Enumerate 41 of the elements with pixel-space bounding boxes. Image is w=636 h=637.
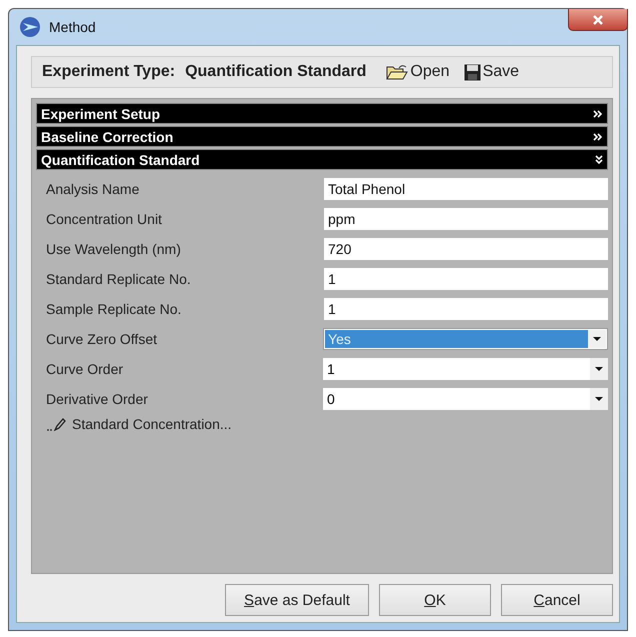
field-label: Curve Order	[46, 361, 124, 377]
pencil-icon	[46, 417, 68, 431]
field-label: Sample Replicate No.	[46, 301, 182, 317]
section-title: Baseline Correction	[41, 128, 174, 144]
field-label: Derivative Order	[46, 391, 149, 407]
field-label: Analysis Name	[46, 181, 140, 197]
field-label: Use Wavelength (nm)	[46, 241, 182, 257]
dropdown[interactable]: 1	[323, 358, 608, 380]
expand-icon[interactable]	[593, 132, 603, 140]
field-label: Concentration Unit	[46, 211, 163, 227]
field-label: Standard Replicate No.	[46, 271, 192, 287]
collapse-icon[interactable]	[595, 154, 603, 164]
dialog-button[interactable]: Save as Default	[225, 584, 369, 616]
experiment-type-value: Quantification Standard	[185, 63, 366, 81]
section-title: Quantification Standard	[41, 152, 200, 168]
dialog-button[interactable]: OK	[379, 584, 491, 616]
close-icon[interactable]	[592, 14, 604, 24]
experiment-type-label: Experiment Type:	[42, 63, 176, 81]
expand-icon[interactable]	[593, 110, 603, 118]
input-field[interactable]: Total Phenol	[324, 178, 608, 200]
section-header[interactable]: Baseline Correction	[36, 126, 608, 147]
open-button[interactable]: Open	[382, 63, 454, 81]
app-logo-icon	[19, 16, 41, 38]
section-title: Experiment Setup	[41, 106, 160, 122]
input-field[interactable]: ppm	[324, 208, 608, 230]
save-button[interactable]: Save	[460, 63, 524, 81]
input-field[interactable]: 720	[324, 238, 608, 260]
field-label: Curve Zero Offset	[46, 331, 158, 347]
close-button[interactable]	[568, 9, 628, 31]
section-header[interactable]: Quantification Standard	[36, 149, 608, 170]
input-field[interactable]: 1	[324, 268, 608, 290]
dropdown-arrow-icon[interactable]	[595, 397, 603, 401]
folder-icon	[386, 63, 408, 81]
section-header[interactable]: Experiment Setup	[36, 103, 608, 124]
input-field[interactable]: 1	[324, 298, 608, 320]
dialog-button[interactable]: Cancel	[501, 584, 613, 616]
dropdown-arrow-icon[interactable]	[593, 337, 601, 341]
window-title: Method	[49, 19, 97, 35]
standard-concentration-link[interactable]: Standard Concentration...	[46, 416, 608, 432]
dropdown-arrow-icon[interactable]	[595, 367, 603, 371]
dropdown[interactable]: 0	[323, 388, 608, 410]
